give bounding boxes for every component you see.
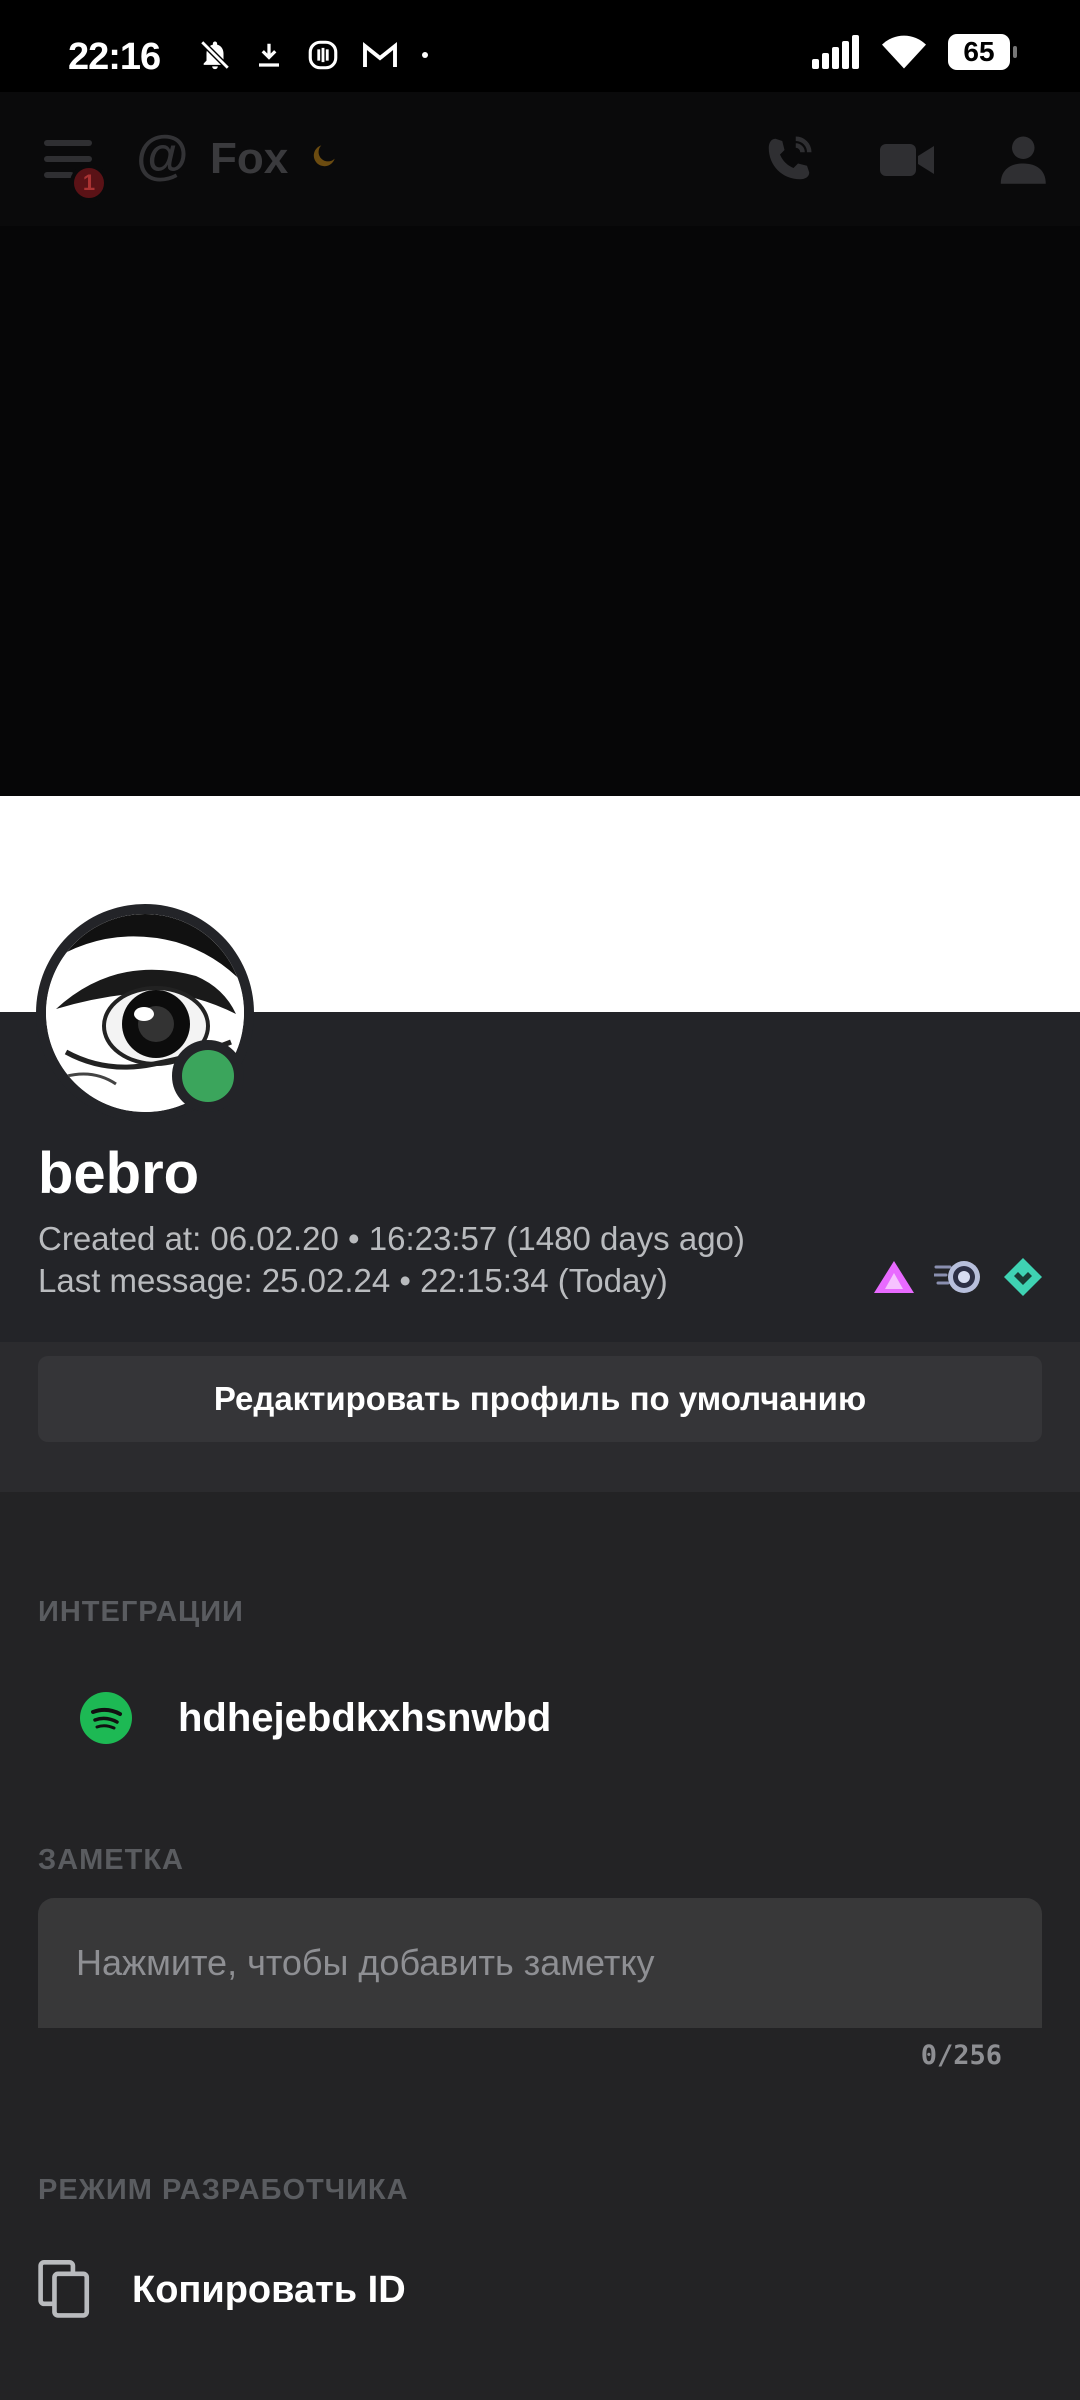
copy-id-label: Копировать ID bbox=[132, 2268, 406, 2311]
profile-username: bebro bbox=[38, 1141, 200, 1206]
video-icon[interactable] bbox=[880, 140, 936, 180]
members-icon[interactable] bbox=[994, 134, 1048, 184]
notification-icons bbox=[198, 38, 430, 72]
integration-account-name: hdhejebdkxhsnwbd bbox=[178, 1695, 552, 1740]
vpn-icon bbox=[308, 40, 338, 70]
unread-badge: 1 bbox=[70, 164, 108, 202]
note-label: ЗАМЕТКА bbox=[38, 1844, 184, 1876]
integrations-label: ИНТЕГРАЦИИ bbox=[38, 1596, 244, 1628]
profile-badges bbox=[872, 1256, 1044, 1298]
developer-mode-label: РЕЖИМ РАЗРАБОТЧИКА bbox=[38, 2174, 409, 2206]
hypesquad-balance-badge[interactable] bbox=[872, 1259, 916, 1295]
copy-id-button[interactable]: Копировать ID bbox=[38, 2260, 406, 2320]
chat-background[interactable]: 1 @ Fox bbox=[0, 92, 1080, 796]
integration-item[interactable]: hdhejebdkxhsnwbd bbox=[38, 1680, 1042, 1756]
call-icon[interactable] bbox=[762, 132, 816, 186]
download-icon bbox=[259, 43, 279, 67]
online-status-indicator bbox=[172, 1040, 244, 1112]
status-time: 22:16 bbox=[68, 36, 161, 78]
channel-title: Fox bbox=[210, 134, 289, 183]
hypesquad-brilliance-badge[interactable] bbox=[1002, 1256, 1044, 1298]
bell-off-icon bbox=[200, 40, 230, 70]
copy-icon bbox=[38, 2260, 90, 2318]
nitro-boost-badge[interactable] bbox=[934, 1257, 984, 1297]
created-at-text: Created at: 06.02.20 • 16:23:57 (1480 da… bbox=[38, 1220, 745, 1257]
system-icons: 65 bbox=[812, 34, 1017, 70]
gmail-icon bbox=[363, 41, 397, 67]
spotify-icon bbox=[80, 1692, 132, 1744]
dot-icon bbox=[422, 52, 428, 58]
note-input[interactable]: Нажмите, чтобы добавить заметку bbox=[38, 1898, 1042, 2028]
status-bar: 22:16 65 bbox=[0, 0, 1080, 92]
wifi-icon bbox=[882, 35, 926, 69]
chat-header: 1 @ Fox bbox=[0, 92, 1080, 226]
at-icon: @ bbox=[136, 125, 189, 185]
note-character-counter: 0/256 bbox=[920, 2040, 1002, 2071]
moon-icon bbox=[313, 145, 335, 167]
edit-default-profile-button[interactable]: Редактировать профиль по умолчанию bbox=[38, 1356, 1042, 1442]
last-message-text: Last message: 25.02.24 • 22:15:34 (Today… bbox=[38, 1262, 668, 1299]
signal-icon bbox=[812, 35, 859, 69]
battery-icon: 65 bbox=[948, 34, 1017, 70]
